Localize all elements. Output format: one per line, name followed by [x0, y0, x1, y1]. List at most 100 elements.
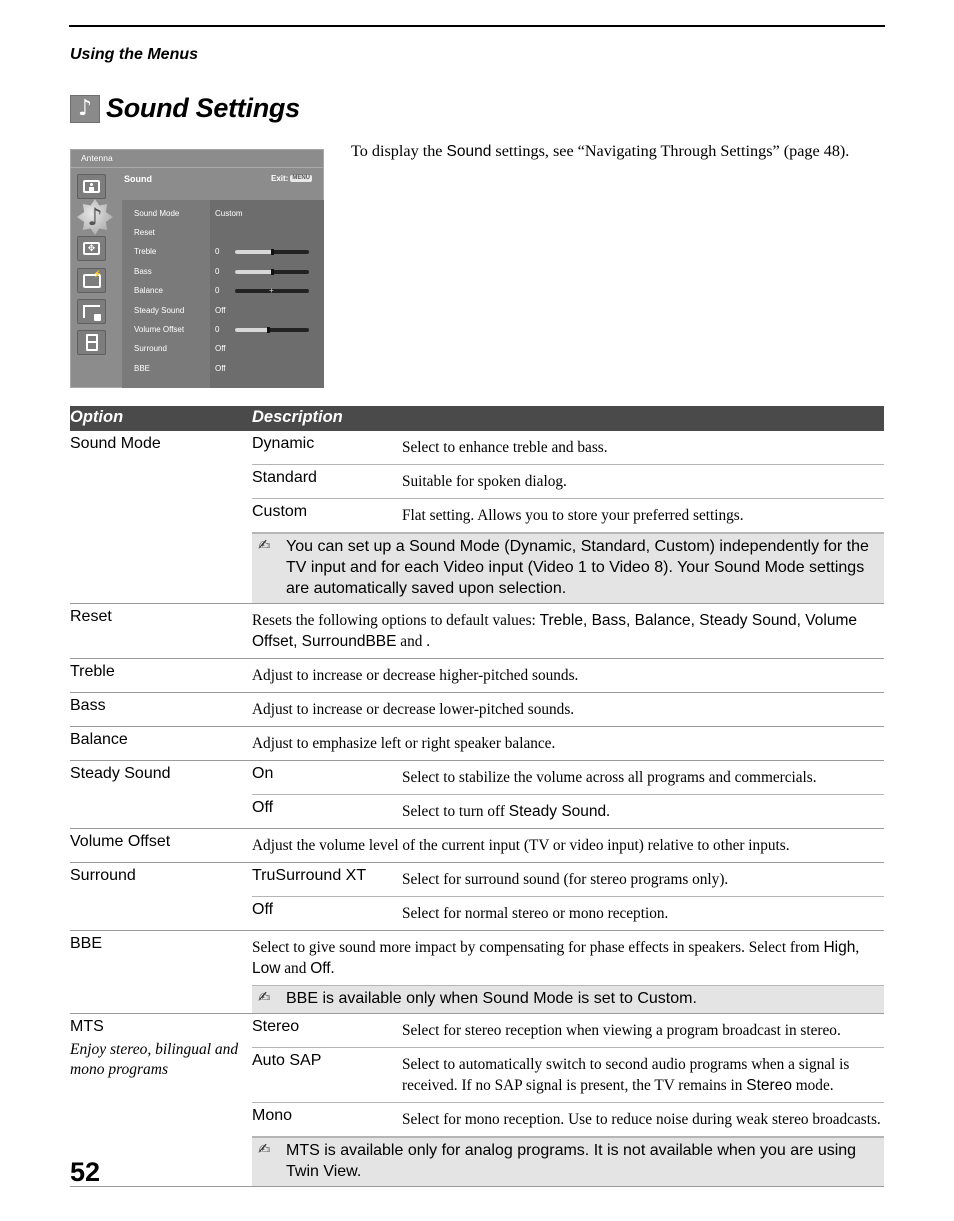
option-cell: Balance — [70, 731, 128, 749]
description-text: Flat setting. Allows you to store your p… — [402, 507, 744, 524]
column-header-option: Option — [70, 408, 124, 426]
sub-option-description: Select for surround sound (for stereo pr… — [402, 863, 884, 896]
tv-menu-item-value: 0 — [215, 286, 220, 295]
option-description: Adjust to increase or decrease higher-pi… — [252, 659, 884, 692]
page-number: 52 — [70, 1157, 101, 1187]
tv-menu-values-bg — [210, 200, 324, 388]
description-text: Adjust to increase or decrease lower-pit… — [252, 701, 575, 718]
sub-option-name: Stereo — [252, 1018, 300, 1035]
tv-slider-fill — [235, 270, 272, 274]
sub-option-name: Dynamic — [252, 435, 315, 452]
tv-slider: + — [235, 287, 309, 295]
sub-option-row: Standard Suitable for spoken dialog. — [252, 465, 884, 499]
description-text: . — [606, 803, 610, 820]
note-pencil-icon: ✍ — [258, 1140, 271, 1158]
option-name: Treble — [70, 663, 115, 680]
music-note-icon: ♪ — [70, 94, 100, 123]
note-text: MTS is available only for analog program… — [286, 1142, 857, 1180]
sub-option-name: Mono — [252, 1107, 293, 1124]
setup-icon — [77, 330, 106, 355]
table-row: Reset Resets the following options to def… — [70, 604, 884, 659]
table-row: Steady Sound On Select to stabilize the vo… — [70, 761, 884, 829]
sub-option-description: Select for stereo reception when viewing… — [402, 1014, 884, 1047]
note-pencil-icon: ✍ — [258, 988, 271, 1006]
option-name: Balance — [70, 731, 128, 748]
intro-paragraph: To display the Sound settings, see “Navi… — [351, 142, 849, 161]
tv-menu-header: Sound — [124, 174, 152, 184]
description-cell: Adjust to emphasize left or right speake… — [252, 727, 884, 760]
tv-menu-item-value: Off — [215, 344, 226, 353]
description-cell: Adjust to increase or decrease higher-pi… — [252, 659, 884, 692]
option-name: Volume Offset — [70, 833, 171, 850]
tv-menu-item-label: Sound Mode — [134, 209, 180, 218]
sub-option-description: Select for normal stereo or mono recepti… — [402, 897, 884, 930]
sub-option-description: Select to automatically switch to second… — [402, 1048, 884, 1102]
description-cell: On Select to stabilize the volume across … — [252, 761, 884, 828]
sub-option-row: Stereo Select for stereo reception when v… — [252, 1014, 884, 1048]
tv-slider-fill — [235, 328, 269, 332]
description-cell: Resets the following options to default … — [252, 604, 884, 658]
note-pencil-icon: ✍ — [258, 536, 271, 554]
sub-option-name: Standard — [252, 469, 317, 486]
sub-option-row: Custom Flat setting. Allows you to store … — [252, 499, 884, 533]
description-text: Select to stabilize the volume across al… — [402, 769, 817, 786]
table-row: Balance Adjust to emphasize left or right… — [70, 727, 884, 761]
option-description: Resets the following options to default … — [252, 604, 884, 658]
tv-slider — [235, 327, 309, 333]
option-name: Surround — [70, 867, 136, 884]
option-name: MTS — [70, 1018, 104, 1035]
tv-menu-item-label: Treble — [134, 247, 157, 256]
option-name: BBE — [70, 935, 103, 952]
sub-option-description: Select to turn off Steady Sound. — [402, 795, 884, 828]
option-cell: MTS Enjoy stereo, bilingual and mono prog… — [70, 1018, 240, 1080]
description-text: Resets the following options to default … — [252, 612, 540, 629]
sub-option-description: Select for mono reception. Use to reduce… — [402, 1103, 884, 1136]
sub-option-row: On Select to stabilize the volume across … — [252, 761, 884, 795]
description-text: Adjust to increase or decrease higher-pi… — [252, 667, 579, 684]
table-header: Option Description — [70, 406, 884, 431]
option-name: Sound Mode — [70, 435, 161, 452]
tv-menu-item-value: Off — [215, 306, 226, 315]
tv-source-label: Antenna — [81, 153, 113, 163]
table-row: Surround TruSurround XT Select for surroun… — [70, 863, 884, 931]
tv-menu-item-label: Bass — [134, 267, 152, 276]
option-description: Adjust the volume level of the current i… — [252, 829, 884, 862]
sub-option-row: Dynamic Select to enhance treble and bass… — [252, 431, 884, 465]
ui-term: Low — [252, 960, 281, 977]
ui-term: Steady Sound — [508, 803, 607, 820]
option-cell: Bass — [70, 697, 106, 715]
option-description: Adjust to increase or decrease lower-pit… — [252, 693, 884, 726]
description-text: Select for stereo reception when viewing… — [402, 1022, 841, 1039]
description-text: and — [280, 960, 311, 977]
description-text: Select for normal stereo or mono recepti… — [402, 905, 669, 922]
description-text: . — [426, 633, 431, 650]
note-text: You can set up a Sound Mode (Dynamic, St… — [286, 538, 869, 597]
ui-term: Stereo — [746, 1077, 792, 1094]
tv-menu-item-label: BBE — [134, 364, 151, 373]
tv-slider-knob — [271, 269, 274, 275]
tv-divider — [71, 167, 323, 168]
description-text: Select to turn off — [402, 803, 509, 820]
table-body: Sound Mode Dynamic Select to enhance trebl… — [70, 431, 884, 1187]
sub-option-name: Auto SAP — [252, 1052, 322, 1069]
sub-option-row: Off Select to turn off Steady Sound. — [252, 795, 884, 828]
ui-term: Off — [310, 960, 331, 977]
description-cell: Dynamic Select to enhance treble and bass… — [252, 431, 884, 603]
option-cell: Reset — [70, 608, 112, 626]
options-table: Option Description Sound Mode Dynamic Sele… — [70, 406, 884, 1187]
sub-option-name: Custom — [252, 503, 308, 520]
option-description: Adjust to emphasize left or right speake… — [252, 727, 884, 760]
parental-lock-icon — [77, 299, 106, 324]
tv-slider — [235, 249, 309, 255]
tv-slider-knob — [271, 249, 274, 255]
option-name: Bass — [70, 697, 106, 714]
description-text: Select for mono reception. Use to reduce… — [402, 1111, 881, 1128]
description-text: Suitable for spoken dialog. — [402, 473, 567, 490]
table-row: BBE Select to give sound more impact by c… — [70, 931, 884, 1014]
table-row: Volume Offset Adjust the volume level of … — [70, 829, 884, 863]
picture-icon — [77, 174, 106, 199]
sub-option-description: Select to stabilize the volume across al… — [402, 761, 884, 794]
table-row: Treble Adjust to increase or decrease hig… — [70, 659, 884, 693]
description-cell: Adjust the volume level of the current i… — [252, 829, 884, 862]
description-cell: Select to give sound more impact by comp… — [252, 931, 884, 1013]
